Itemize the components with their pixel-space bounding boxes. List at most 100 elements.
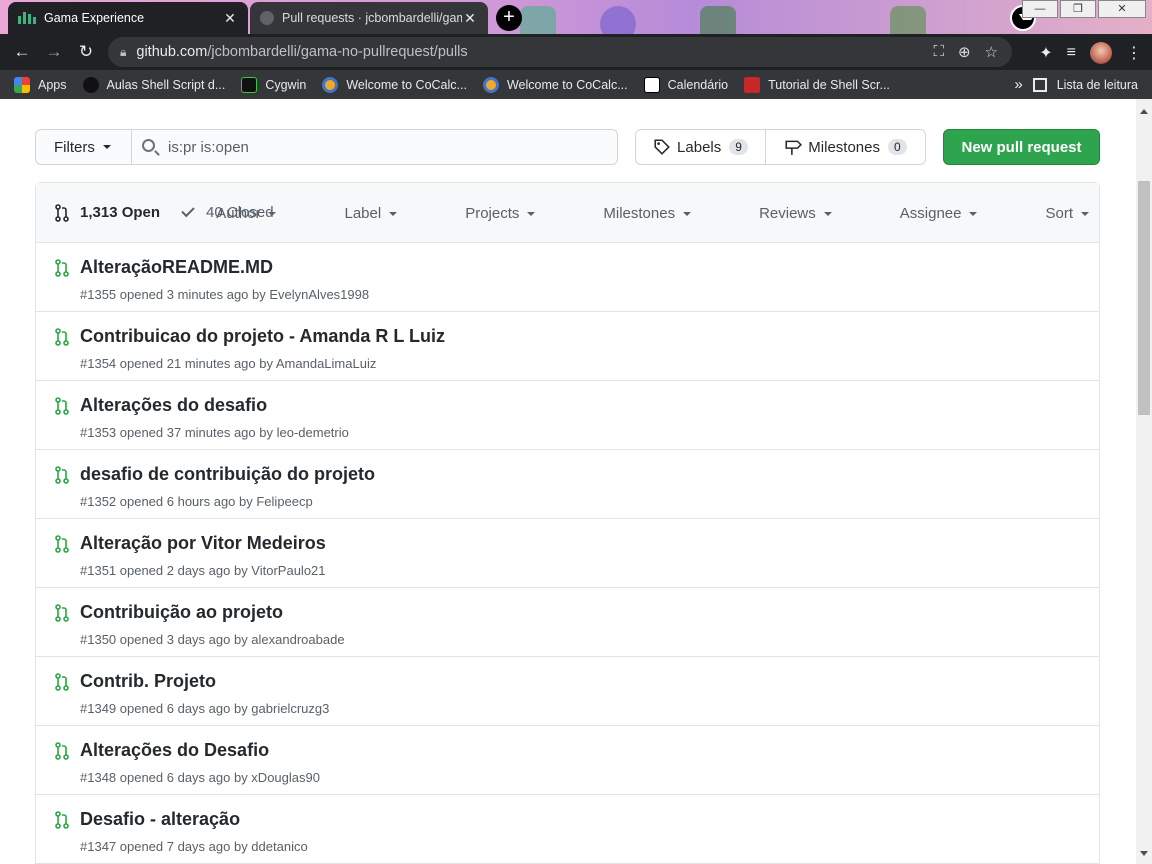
new-tab-button[interactable]: +: [496, 5, 522, 31]
bookmark-cocalc-1[interactable]: Welcome to CoCalc...: [322, 76, 467, 93]
pull-request-title-link[interactable]: Desafio - alteração: [80, 809, 240, 830]
translate-icon[interactable]: ⛶: [933, 43, 944, 61]
reading-list-icon: [1032, 77, 1047, 92]
pull-request-title-link[interactable]: Alterações do Desafio: [80, 740, 269, 761]
open-pull-request-icon: [55, 811, 69, 829]
chevron-down-icon: [969, 211, 978, 216]
window-controls: — ❐ ✕: [1022, 0, 1146, 18]
tab-title: Gama Experience: [44, 11, 145, 25]
filter-label: Label: [344, 204, 382, 222]
chevron-down-icon: [268, 211, 277, 216]
pull-request-row: Contrib. Projeto #1349 opened 6 days ago…: [36, 657, 1099, 726]
bookmark-apps[interactable]: Apps: [14, 76, 67, 93]
reload-icon[interactable]: ↻: [70, 42, 102, 62]
media-control-icon[interactable]: ≡: [1067, 44, 1076, 62]
chevron-down-icon: [527, 211, 536, 216]
filter-label: Author: [216, 204, 261, 222]
open-filter-link[interactable]: 1,313 Open: [54, 203, 160, 222]
chevron-down-icon: [823, 211, 832, 216]
filters-button[interactable]: Filters: [35, 129, 132, 165]
pull-request-meta: #1351 opened 2 days ago by VitorPaulo21: [80, 563, 326, 578]
pull-request-list: 1,313 Open 40 Closed Author Label Projec…: [35, 182, 1100, 864]
pull-request-meta: #1350 opened 3 days ago by alexandroabad…: [80, 632, 345, 647]
projects-filter[interactable]: Projects: [431, 205, 536, 222]
scroll-down-icon[interactable]: [1140, 851, 1148, 856]
tab-pull-requests[interactable]: Pull requests · jcbombardelli/gama- ✕: [250, 2, 488, 34]
bookmark-star-icon[interactable]: ☆: [985, 43, 998, 61]
assignee-filter[interactable]: Assignee: [866, 205, 978, 222]
tag-icon: [654, 139, 670, 155]
reviews-filter[interactable]: Reviews: [725, 205, 832, 222]
labels-milestones-group: Labels 9 Milestones 0: [635, 129, 926, 165]
scroll-up-icon[interactable]: [1140, 109, 1148, 114]
pull-request-title-link[interactable]: Alterações do desafio: [80, 395, 267, 416]
address-bar[interactable]: 🔒︎ github.com /jcbombardelli/gama-no-pul…: [108, 37, 1012, 67]
background-decoration: [700, 6, 736, 34]
reading-list-button[interactable]: Lista de leitura: [1057, 78, 1138, 92]
sort-filter[interactable]: Sort: [1011, 205, 1089, 222]
filter-label: Milestones: [603, 204, 676, 222]
forward-icon[interactable]: →: [38, 42, 70, 62]
milestones-button[interactable]: Milestones 0: [766, 130, 925, 164]
scrollbar-thumb[interactable]: [1138, 181, 1150, 415]
bookmark-cygwin[interactable]: Cygwin: [241, 76, 306, 93]
author-filter[interactable]: Author: [182, 204, 277, 222]
pull-request-meta: #1348 opened 6 days ago by xDouglas90: [80, 770, 320, 785]
bookmark-tutorial-shell[interactable]: Tutorial de Shell Scr...: [744, 76, 890, 93]
bookmark-aulas-shell[interactable]: Aulas Shell Script d...: [82, 76, 226, 93]
pull-request-row: AlteraçãoREADME.MD #1355 opened 3 minute…: [36, 243, 1099, 312]
background-decoration: [600, 6, 636, 34]
new-pull-request-button[interactable]: New pull request: [943, 129, 1100, 165]
labels-label: Labels: [677, 138, 722, 156]
labels-button[interactable]: Labels 9: [636, 130, 766, 164]
browser-toolbar: ← → ↻ 🔒︎ github.com /jcbombardelli/gama-…: [0, 34, 1152, 70]
extensions-icon[interactable]: ✦: [1039, 43, 1052, 63]
open-pull-request-icon: [55, 604, 69, 622]
open-pull-request-icon: [55, 259, 69, 277]
bookmark-label: Tutorial de Shell Scr...: [768, 77, 890, 92]
apps-grid-icon: [14, 76, 30, 93]
bookmark-label: Aulas Shell Script d...: [106, 77, 226, 92]
bookmark-cocalc-2[interactable]: Welcome to CoCalc...: [482, 76, 628, 93]
menu-icon[interactable]: ⋮: [1126, 43, 1142, 63]
penguin-icon: [82, 76, 99, 93]
pull-request-meta: #1347 opened 7 days ago by ddetanico: [80, 839, 308, 854]
bookmark-calendario[interactable]: Calendário: [643, 76, 728, 93]
pull-request-title-link[interactable]: Alteração por Vitor Medeiros: [80, 533, 326, 554]
pull-request-title-link[interactable]: AlteraçãoREADME.MD: [80, 257, 273, 278]
pull-request-row: Contribuição ao projeto #1350 opened 3 d…: [36, 588, 1099, 657]
chevron-down-icon: [683, 211, 692, 216]
lock-icon: 🔒︎: [120, 44, 127, 59]
search-input[interactable]: is:pr is:open: [131, 129, 618, 165]
milestones-filter[interactable]: Milestones: [569, 204, 692, 222]
maximize-button[interactable]: ❐: [1060, 0, 1096, 18]
minimize-button[interactable]: —: [1022, 0, 1058, 18]
page-scrollbar[interactable]: [1136, 99, 1152, 864]
github-favicon-icon: [260, 11, 274, 25]
zoom-icon[interactable]: ⊕: [958, 43, 971, 61]
url-host: github.com: [136, 44, 208, 60]
pull-request-title-link[interactable]: Contribuicao do projeto - Amanda R L Lui…: [80, 326, 445, 347]
profile-avatar[interactable]: [1090, 42, 1112, 64]
label-filter[interactable]: Label: [310, 204, 398, 222]
pull-request-title-link[interactable]: desafio de contribuição do projeto: [80, 464, 375, 485]
milestone-icon: [785, 140, 803, 155]
chevron-down-icon: [1081, 211, 1089, 216]
url-path: /jcbombardelli/gama-no-pullrequest/pulls: [207, 44, 468, 60]
pull-request-title-link[interactable]: Contribuição ao projeto: [80, 602, 283, 623]
close-tab-icon[interactable]: ✕: [462, 10, 478, 27]
pull-request-meta: #1354 opened 21 minutes ago by AmandaLim…: [80, 356, 377, 371]
milestones-label: Milestones: [808, 138, 880, 156]
close-window-button[interactable]: ✕: [1098, 0, 1146, 18]
pull-request-rows: AlteraçãoREADME.MD #1355 opened 3 minute…: [36, 243, 1099, 864]
tab-gama-experience[interactable]: Gama Experience ✕: [8, 2, 248, 34]
close-tab-icon[interactable]: ✕: [222, 10, 238, 27]
cocalc-icon: [322, 76, 339, 93]
list-header: 1,313 Open 40 Closed Author Label Projec…: [36, 183, 1099, 243]
pull-request-title-link[interactable]: Contrib. Projeto: [80, 671, 216, 692]
back-icon[interactable]: ←: [6, 42, 38, 62]
background-decoration: [520, 6, 556, 34]
search-icon: [142, 139, 155, 152]
more-bookmarks-icon[interactable]: »: [1014, 76, 1022, 93]
filter-label: Sort: [1045, 204, 1073, 222]
